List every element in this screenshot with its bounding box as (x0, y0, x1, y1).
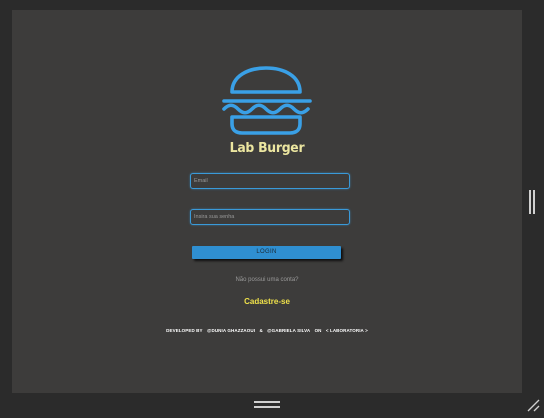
and-separator: & (259, 328, 263, 333)
password-field[interactable] (190, 209, 350, 225)
brand-name: Lab Burger (229, 140, 305, 156)
drag-handle-horizontal-icon[interactable] (254, 401, 280, 409)
app-viewport: Lab Burger LOGIN Não possui uma conta? C… (12, 10, 522, 393)
login-button[interactable]: LOGIN (192, 246, 341, 259)
developer-link-dunia[interactable]: @DUNIA GHAZZAOUI (207, 328, 255, 333)
no-account-text: Não possui uma conta? (235, 277, 299, 283)
on-label: ON (314, 328, 322, 333)
developer-link-gabriela[interactable]: @GABRIELA SILVA (267, 328, 310, 333)
drag-handle-vertical-icon[interactable] (529, 190, 535, 214)
footer-credits: DEVELOPED BY @DUNIA GHAZZAOUI & @GABRIEL… (12, 328, 522, 333)
laboratoria-link[interactable]: < LABORATORIA > (326, 328, 368, 333)
burger-icon (222, 66, 312, 135)
developed-by-label: DEVELOPED BY (166, 328, 203, 333)
resize-corner-icon[interactable] (526, 398, 540, 412)
signup-link[interactable]: Cadastre-se (12, 297, 522, 306)
email-field[interactable] (190, 173, 350, 189)
